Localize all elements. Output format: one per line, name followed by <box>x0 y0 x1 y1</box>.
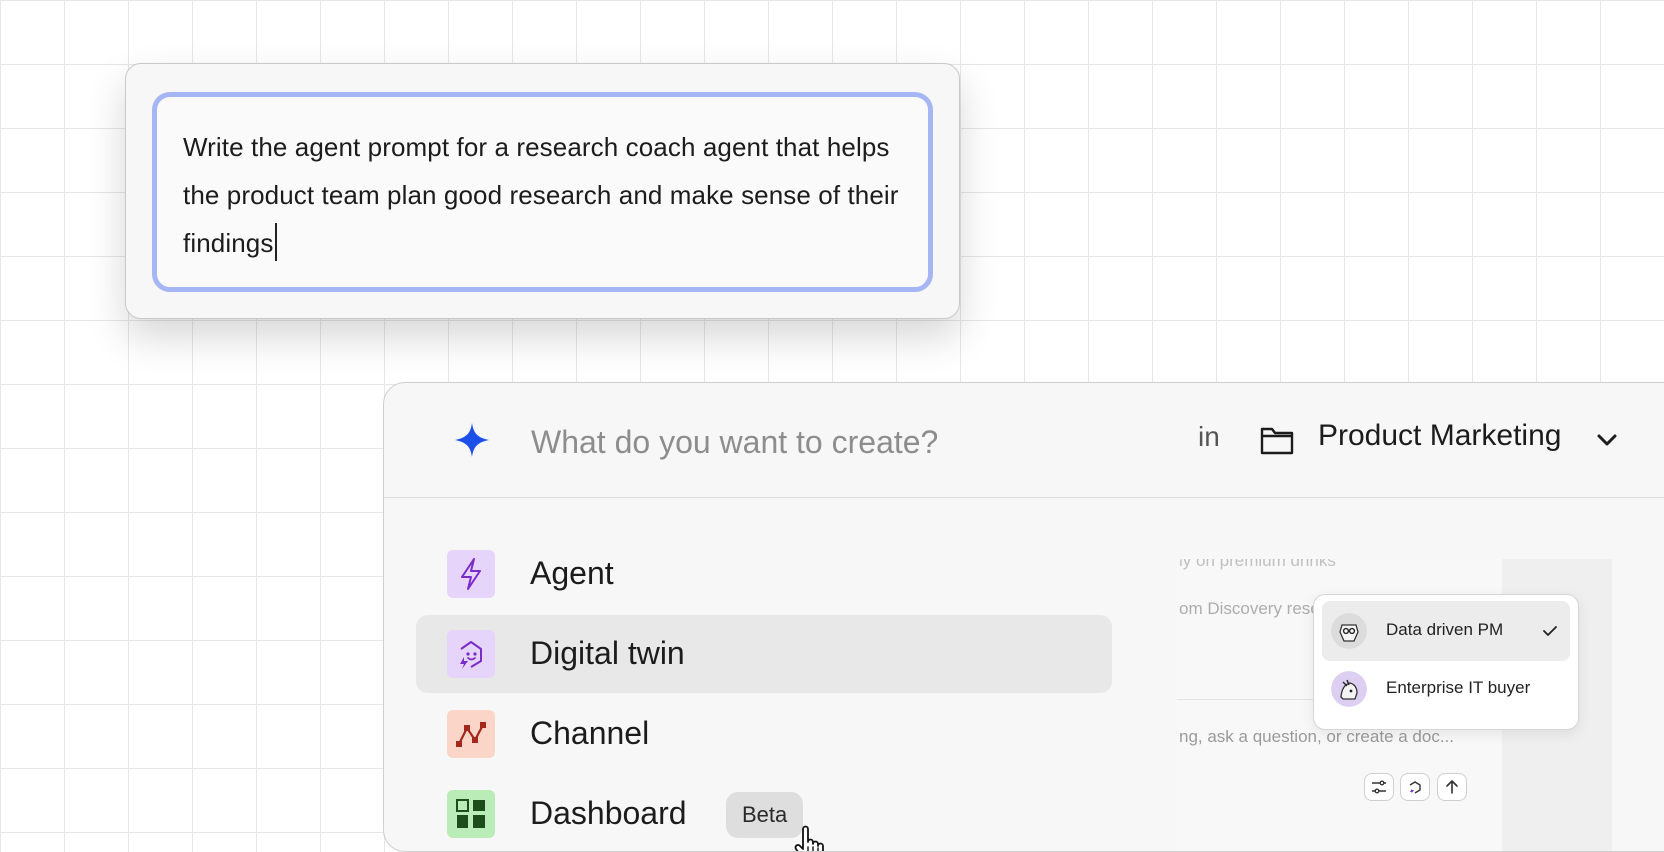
settings-button[interactable] <box>1364 773 1394 801</box>
hand-pointer-icon <box>794 825 824 851</box>
preview-text: om Discovery rese <box>1179 599 1320 618</box>
folder-selector[interactable]: Product Marketing <box>1318 419 1561 453</box>
avatar <box>1331 671 1367 707</box>
twin-option-label: Data driven PM <box>1386 620 1504 639</box>
menu-item-label: Digital twin <box>530 635 685 671</box>
prompt-text: Write the agent prompt for a research co… <box>183 123 902 267</box>
beta-badge: Beta <box>726 792 804 838</box>
arrow-up-icon <box>1446 780 1458 794</box>
menu-item-label: Channel <box>530 715 650 751</box>
prompt-textarea[interactable]: Write the agent prompt for a research co… <box>152 92 933 292</box>
sliders-icon <box>1372 780 1386 794</box>
sparkle-icon <box>455 423 489 457</box>
avatar <box>1331 613 1367 649</box>
menu-item-dashboard[interactable]: Dashboard Beta <box>416 775 1112 851</box>
create-panel: in Product Marketing Agent <box>383 382 1664 852</box>
menu-item-channel[interactable]: Channel <box>416 695 1112 773</box>
chevron-down-icon[interactable] <box>1594 427 1620 453</box>
text-caret <box>275 223 278 261</box>
menu-item-label: Dashboard <box>530 795 687 831</box>
in-label: in <box>1198 421 1220 452</box>
menu-item-label: Agent <box>530 555 614 591</box>
twin-option-enterprise-it-buyer[interactable]: Enterprise IT buyer <box>1322 659 1570 719</box>
preview-text: ly on premium drinks <box>1179 559 1336 570</box>
channel-icon <box>447 710 495 758</box>
twin-button[interactable] <box>1400 773 1430 801</box>
chat-input-placeholder[interactable]: ng, ask a question, or create a doc... <box>1179 727 1454 747</box>
twin-option-label: Enterprise IT buyer <box>1386 678 1531 697</box>
create-search-input[interactable] <box>529 413 1133 471</box>
prompt-card: Write the agent prompt for a research co… <box>125 63 960 319</box>
twin-face-icon <box>447 630 495 678</box>
create-type-menu: Agent Digital twin Channel Dashboard Bet… <box>416 535 1112 851</box>
send-button[interactable] <box>1437 773 1467 801</box>
check-icon <box>1543 626 1557 636</box>
menu-item-digital-twin[interactable]: Digital twin <box>416 615 1112 693</box>
menu-item-agent[interactable]: Agent <box>416 535 1112 613</box>
create-header: in Product Marketing <box>384 383 1664 498</box>
twin-face-icon <box>1409 781 1421 794</box>
twin-option-data-driven-pm[interactable]: Data driven PM <box>1322 601 1570 661</box>
digital-twin-dropdown: Data driven PM Enterprise IT buyer <box>1313 594 1579 730</box>
dashboard-icon <box>447 790 495 838</box>
folder-icon[interactable] <box>1260 425 1294 455</box>
lightning-icon <box>447 550 495 598</box>
